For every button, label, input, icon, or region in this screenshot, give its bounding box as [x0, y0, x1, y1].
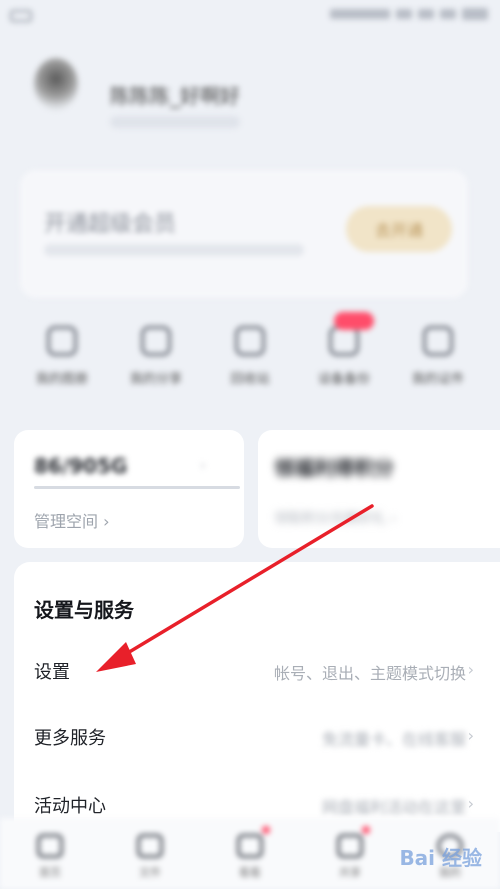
vip-title: 开通超级会员: [44, 212, 177, 237]
recycle-bin-icon: [235, 326, 265, 356]
play-icon: [237, 834, 263, 858]
more-services-description: 免流量卡、在线客服: [321, 730, 466, 749]
status-bar: [0, 0, 500, 34]
tool-label: 回收站: [230, 372, 270, 387]
tool-label: 我的分享: [129, 372, 182, 387]
nav-label: 文件: [139, 866, 161, 879]
share-space-icon: [337, 834, 363, 858]
cloud-icon: [37, 834, 63, 858]
tool-album[interactable]: 我的图册: [20, 320, 104, 400]
more-services-row[interactable]: 更多服务 免流量卡、在线客服 ›: [14, 714, 500, 758]
welfare-card[interactable]: 领福利得积分 领取积分兑换好礼 ›: [258, 430, 500, 548]
notification-dot: [262, 826, 270, 834]
nav-watch[interactable]: 看看: [210, 818, 290, 889]
vip-card[interactable]: 开通超级会员 去开通: [20, 170, 468, 298]
settings-services-panel: 设置与服务 设置 帐号、退出、主题模式切换 › 更多服务 免流量卡、在线客服 ›…: [14, 562, 500, 832]
user-subtitle: [110, 116, 240, 128]
more-services-label: 更多服务: [34, 728, 106, 749]
services-title: 设置与服务: [34, 598, 134, 622]
nav-label: 共享: [339, 866, 361, 879]
manage-space-link[interactable]: 管理空间 ›: [34, 508, 110, 532]
tool-card[interactable]: 我的证件: [396, 320, 480, 400]
chevron-right-icon: ›: [467, 726, 474, 745]
watermark-text: Bai 经验: [399, 846, 482, 870]
welfare-title: 领福利得积分: [274, 456, 394, 480]
tool-device-backup[interactable]: 设备备份: [302, 312, 386, 400]
tool-share[interactable]: 我的分享: [114, 320, 198, 400]
settings-label: 设置: [34, 662, 70, 683]
share-icon: [141, 326, 171, 356]
nav-label: 首页: [39, 866, 61, 879]
storage-card[interactable]: 86/905G › 管理空间 ›: [14, 430, 244, 548]
vip-subtitle: [44, 244, 304, 256]
settings-row[interactable]: 设置 帐号、退出、主题模式切换 ›: [14, 648, 500, 692]
activity-center-description: 网盘福利活动在这里: [321, 798, 466, 817]
notification-dot: [362, 826, 370, 834]
card-icon: [423, 326, 453, 356]
activity-center-label: 活动中心: [34, 796, 106, 817]
username[interactable]: 陈陈陈_好啊好: [110, 80, 240, 109]
tool-recycle-bin[interactable]: 回收站: [208, 320, 292, 400]
tools-row: 我的图册 我的分享 回收站 设备备份 我的证件: [20, 312, 480, 400]
storage-progress-bar: [34, 486, 240, 489]
welfare-subtitle: 领取积分兑换好礼 ›: [274, 511, 397, 527]
vip-open-button[interactable]: 去开通: [346, 206, 452, 252]
folder-icon: [137, 834, 163, 858]
tool-label: 设备备份: [317, 372, 370, 387]
new-badge: [334, 312, 374, 330]
avatar[interactable]: [34, 58, 78, 110]
chevron-right-icon: ›: [467, 794, 474, 813]
album-icon: [47, 326, 77, 356]
settings-description: 帐号、退出、主题模式切换: [274, 660, 466, 684]
notification-icon: [10, 10, 32, 22]
nav-label: 看看: [239, 866, 261, 879]
baidu-jingyan-watermark: Bai 经验: [372, 839, 492, 883]
device-backup-icon: [329, 326, 359, 356]
storage-chevron-icon: ›: [200, 458, 206, 474]
tool-label: 我的图册: [35, 372, 88, 387]
nav-home[interactable]: 首页: [10, 818, 90, 889]
storage-value: 86/905G: [34, 454, 128, 478]
status-icons: [330, 8, 488, 20]
chevron-right-icon: ›: [467, 660, 474, 679]
nav-files[interactable]: 文件: [110, 818, 190, 889]
settings-description-text: 帐号、退出、主题模式切换: [273, 664, 466, 683]
tool-label: 我的证件: [411, 372, 464, 387]
